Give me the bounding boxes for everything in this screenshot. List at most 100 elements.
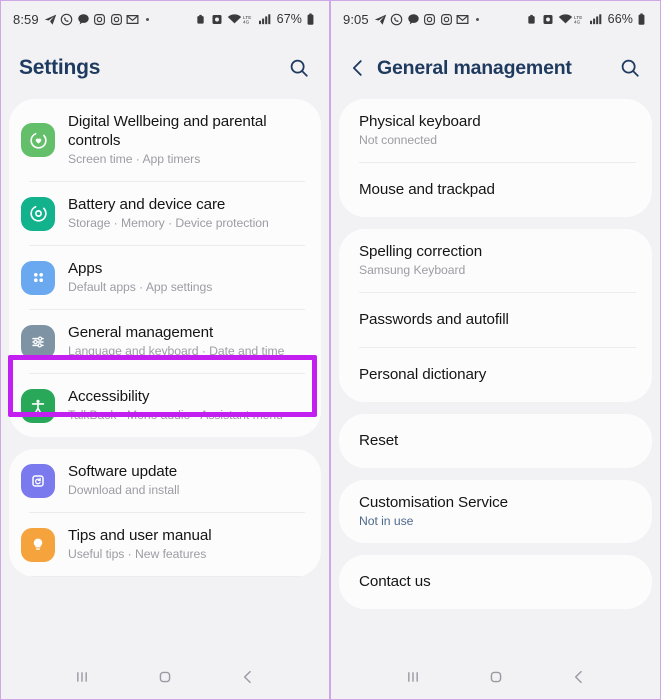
list-item-text: Battery and device care Storage · Memory… <box>68 195 305 232</box>
list-item-text: Accessibility TalkBack · Mono audio · As… <box>68 387 305 424</box>
signal-icon <box>589 13 603 26</box>
list-item-text: Digital Wellbeing and parental controls … <box>68 112 305 168</box>
telegram-icon <box>374 13 387 26</box>
list-item-subtitle: Download and install <box>68 483 180 498</box>
alarm-icon <box>526 13 539 26</box>
nav-bar-left <box>1 655 329 699</box>
list-item-title: Mouse and trackpad <box>359 181 495 199</box>
list-item-physical-keyboard[interactable]: Physical keyboard Not connected <box>339 99 652 162</box>
settings-list-right[interactable]: Physical keyboard Not connected Mouse an… <box>331 99 660 609</box>
list-item-subtitle: Language and keyboard · Date and time <box>68 344 285 359</box>
home-icon[interactable] <box>145 657 185 697</box>
digital-wellbeing-icon <box>21 123 55 158</box>
list-item-subtitle: Default apps · App settings <box>68 280 213 295</box>
settings-list-left[interactable]: Digital Wellbeing and parental controls … <box>1 99 329 578</box>
list-item-general-management[interactable]: General management Language and keyboard… <box>9 310 321 373</box>
list-item-contact-us[interactable]: Contact us <box>339 555 652 609</box>
signal-icon <box>258 13 272 26</box>
whatsapp-icon <box>390 13 403 26</box>
nav-bar-right <box>331 655 660 699</box>
page-title: General management <box>377 56 572 79</box>
lte-icon: LTE 4G <box>574 13 587 26</box>
settings-card-group-5: Contact us <box>339 555 652 609</box>
list-item-software-update[interactable]: Software update Download and install <box>9 449 321 512</box>
back-chevron-icon[interactable] <box>345 55 371 81</box>
list-item-text: Mouse and trackpad <box>359 180 636 199</box>
back-icon[interactable] <box>228 657 268 697</box>
status-time: 8:59 <box>13 11 39 27</box>
list-item-subtitle: Samsung Keyboard <box>359 263 466 278</box>
instagram-alt-icon <box>110 13 123 26</box>
status-system-icons: LTE 4G 66% <box>526 12 650 26</box>
list-item-subtitle: Storage · Memory · Device protection <box>68 216 269 231</box>
list-item-subtitle: Useful tips · New features <box>68 547 207 562</box>
settings-card-group-1: Physical keyboard Not connected Mouse an… <box>339 99 652 217</box>
recents-icon[interactable] <box>62 657 102 697</box>
list-item-text: Apps Default apps · App settings <box>68 259 305 296</box>
list-item-text: Tips and user manual Useful tips · New f… <box>68 526 305 563</box>
list-item-title: Physical keyboard <box>359 113 481 130</box>
list-item-passwords-and-autofill[interactable]: Passwords and autofill <box>339 293 652 347</box>
list-item-title: Apps <box>68 260 103 278</box>
list-item-reset[interactable]: Reset <box>339 414 652 468</box>
right-phone-screen: 9:05 LTE 4G 66% General management Physi… <box>330 0 661 700</box>
chat-icon <box>407 13 420 26</box>
settings-card-group-1: Digital Wellbeing and parental controls … <box>9 99 321 438</box>
list-item-text: Passwords and autofill <box>359 310 636 329</box>
list-item-subtitle: Not in use <box>359 514 414 529</box>
apps-icon <box>21 260 55 295</box>
more-dot-icon <box>475 17 479 21</box>
header-left: Settings <box>1 37 329 99</box>
home-icon[interactable] <box>476 657 516 697</box>
list-item-battery-device-care[interactable]: Battery and device care Storage · Memory… <box>9 182 321 245</box>
settings-card-group-4: Customisation Service Not in use <box>339 480 652 543</box>
list-item-title: Battery and device care <box>68 196 226 214</box>
list-item-subtitle: Not connected <box>359 133 437 148</box>
list-item-title: Spelling correction <box>359 243 483 260</box>
accessibility-icon <box>21 388 55 423</box>
list-item-apps[interactable]: Apps Default apps · App settings <box>9 246 321 309</box>
battery-percent-label: 66% <box>607 12 633 26</box>
instagram-icon <box>423 13 436 26</box>
lte-icon: LTE 4G <box>243 13 256 26</box>
list-item-mouse-and-trackpad[interactable]: Mouse and trackpad <box>339 163 652 217</box>
battery-icon <box>637 12 650 26</box>
svg-text:4G: 4G <box>574 19 581 24</box>
list-item-text: General management Language and keyboard… <box>68 323 305 360</box>
svg-text:4G: 4G <box>243 19 250 24</box>
status-notification-icons <box>374 13 479 26</box>
gmail-icon <box>126 13 139 26</box>
list-item-tips-user-manual[interactable]: Tips and user manual Useful tips · New f… <box>9 513 321 576</box>
list-item-customisation-service[interactable]: Customisation Service Not in use <box>339 480 652 543</box>
wifi-icon <box>558 13 572 26</box>
list-item-digital-wellbeing[interactable]: Digital Wellbeing and parental controls … <box>9 99 321 181</box>
list-item-text: Contact us <box>359 572 636 591</box>
list-item-spelling-correction[interactable]: Spelling correction Samsung Keyboard <box>339 229 652 292</box>
list-item-text: Physical keyboard Not connected <box>359 112 636 149</box>
battery-icon <box>306 12 319 26</box>
list-item-accessibility[interactable]: Accessibility TalkBack · Mono audio · As… <box>9 374 321 437</box>
software-update-icon <box>21 463 55 498</box>
list-item-title: Reset <box>359 432 399 450</box>
list-item-title: Tips and user manual <box>68 527 212 545</box>
list-item-personal-dictionary[interactable]: Personal dictionary <box>339 348 652 402</box>
search-icon[interactable] <box>616 54 644 82</box>
status-time: 9:05 <box>343 11 369 27</box>
list-item-title: Contact us <box>359 573 431 591</box>
list-item-text: Software update Download and install <box>68 462 305 499</box>
search-icon[interactable] <box>285 54 313 82</box>
wifi-icon <box>227 13 241 26</box>
dnd-icon <box>211 13 224 26</box>
gmail-icon <box>456 13 469 26</box>
whatsapp-icon <box>60 13 73 26</box>
alarm-icon <box>195 13 208 26</box>
recents-icon[interactable] <box>393 657 433 697</box>
back-icon[interactable] <box>559 657 599 697</box>
list-item-text: Reset <box>359 431 636 450</box>
list-item-title: Digital Wellbeing and parental controls <box>68 113 267 150</box>
row-divider <box>29 576 305 578</box>
list-item-title: Accessibility <box>68 388 150 406</box>
settings-card-group-3: Reset <box>339 414 652 468</box>
instagram-alt-icon <box>440 13 453 26</box>
list-item-title: Software update <box>68 463 178 481</box>
